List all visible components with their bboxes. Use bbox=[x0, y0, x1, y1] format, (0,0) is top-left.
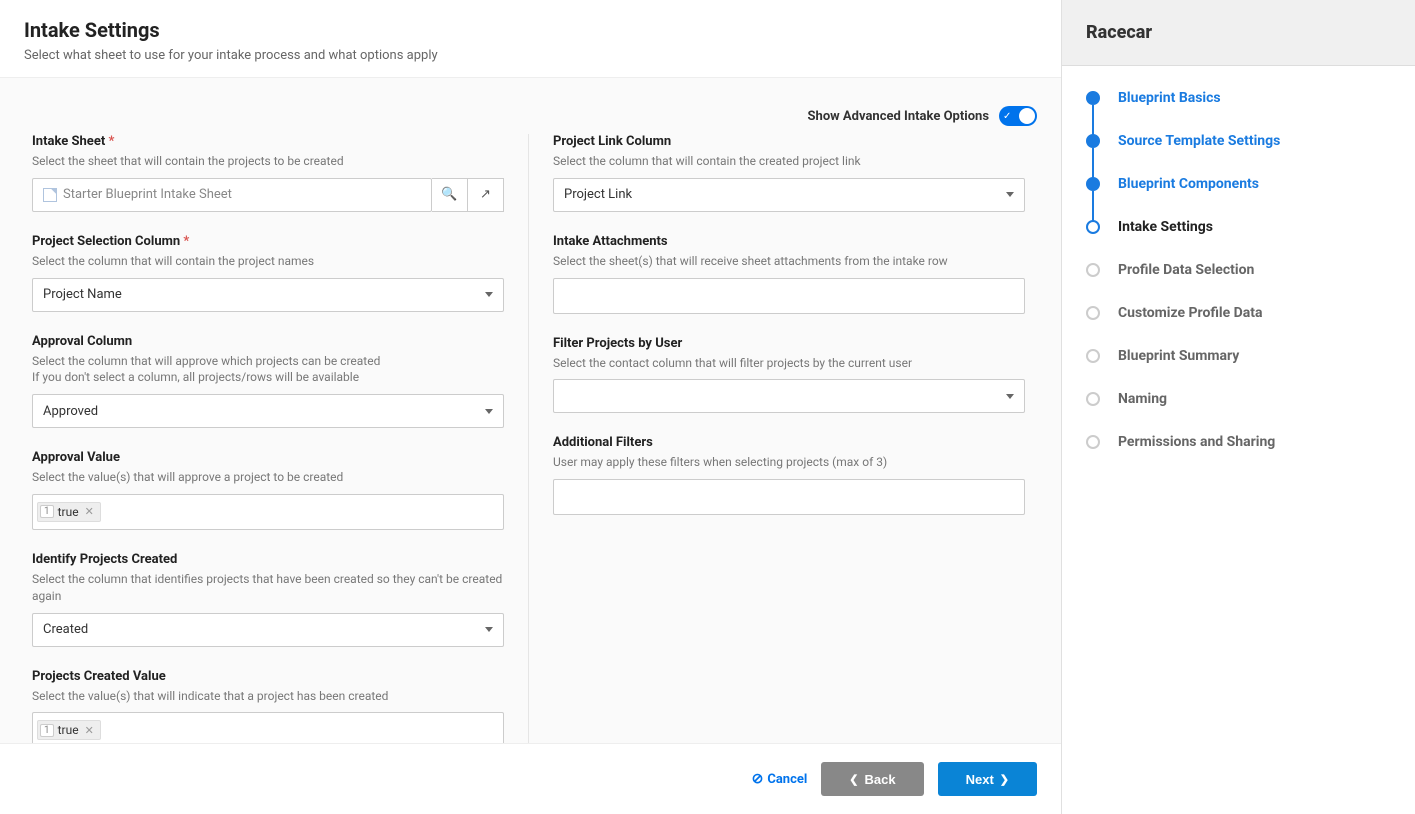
chevron-down-icon bbox=[485, 409, 493, 414]
intake-attachments-desc: Select the sheet(s) that will receive sh… bbox=[553, 253, 1025, 270]
step-label: Source Template Settings bbox=[1118, 133, 1280, 149]
step-label: Permissions and Sharing bbox=[1118, 434, 1275, 450]
chevron-down-icon bbox=[485, 292, 493, 297]
sheet-icon bbox=[43, 188, 57, 202]
step-item[interactable]: Blueprint Basics bbox=[1086, 90, 1391, 133]
project-link-select[interactable]: Project Link bbox=[553, 178, 1025, 212]
created-value-desc: Select the value(s) that will indicate t… bbox=[32, 688, 504, 705]
next-button[interactable]: Next❯ bbox=[938, 762, 1037, 796]
chevron-left-icon: ❮ bbox=[849, 773, 858, 786]
step-item[interactable]: Source Template Settings bbox=[1086, 133, 1391, 176]
step-label: Intake Settings bbox=[1118, 219, 1213, 235]
chevron-right-icon: ❯ bbox=[1000, 773, 1009, 786]
tag: 1 true ✕ bbox=[37, 502, 101, 522]
additional-filters-input[interactable] bbox=[553, 479, 1025, 515]
search-icon: 🔍 bbox=[441, 187, 457, 202]
additional-filters-desc: User may apply these filters when select… bbox=[553, 454, 1025, 471]
filter-user-label: Filter Projects by User bbox=[553, 336, 1025, 351]
cancel-button[interactable]: Cancel bbox=[752, 771, 808, 787]
sidebar: Racecar Blueprint Basics Source Template … bbox=[1061, 0, 1415, 814]
step-label: Profile Data Selection bbox=[1118, 262, 1254, 278]
step-dot-icon bbox=[1086, 306, 1100, 320]
approval-column-label: Approval Column bbox=[32, 334, 504, 349]
intake-sheet-desc: Select the sheet that will contain the p… bbox=[32, 153, 504, 170]
identify-created-label: Identify Projects Created bbox=[32, 552, 504, 567]
step-dot-icon bbox=[1086, 263, 1100, 277]
open-button[interactable]: ↗ bbox=[468, 178, 504, 212]
project-selection-select[interactable]: Project Name bbox=[32, 278, 504, 312]
remove-tag-icon[interactable]: ✕ bbox=[83, 505, 96, 518]
chevron-down-icon bbox=[1006, 394, 1014, 399]
step-dot-icon bbox=[1086, 177, 1100, 191]
approval-value-input[interactable]: 1 true ✕ bbox=[32, 494, 504, 530]
intake-attachments-input[interactable] bbox=[553, 278, 1025, 314]
advanced-toggle[interactable]: ✓ bbox=[999, 106, 1037, 126]
chevron-down-icon bbox=[1006, 192, 1014, 197]
check-icon: ✓ bbox=[1003, 111, 1011, 122]
created-value-input[interactable]: 1 true ✕ bbox=[32, 712, 504, 743]
identify-created-desc: Select the column that identifies projec… bbox=[32, 571, 504, 605]
project-selection-desc: Select the column that will contain the … bbox=[32, 253, 504, 270]
step-label: Customize Profile Data bbox=[1118, 305, 1262, 321]
step-item[interactable]: Permissions and Sharing bbox=[1086, 434, 1391, 450]
approval-value-desc: Select the value(s) that will approve a … bbox=[32, 469, 504, 486]
external-link-icon: ↗ bbox=[480, 187, 491, 202]
step-item[interactable]: Profile Data Selection bbox=[1086, 262, 1391, 305]
footer: Cancel ❮Back Next❯ bbox=[0, 743, 1061, 814]
toggle-knob bbox=[1019, 108, 1035, 124]
step-label: Naming bbox=[1118, 391, 1167, 407]
approval-column-desc: Select the column that will approve whic… bbox=[32, 353, 504, 387]
sidebar-header: Racecar bbox=[1062, 0, 1415, 66]
tag: 1 true ✕ bbox=[37, 720, 101, 740]
step-item[interactable]: Intake Settings bbox=[1086, 219, 1391, 262]
remove-tag-icon[interactable]: ✕ bbox=[83, 724, 96, 737]
intake-attachments-label: Intake Attachments bbox=[553, 234, 1025, 249]
step-dot-icon bbox=[1086, 91, 1100, 105]
search-button[interactable]: 🔍 bbox=[432, 178, 468, 212]
step-label: Blueprint Summary bbox=[1118, 348, 1239, 364]
step-dot-icon bbox=[1086, 435, 1100, 449]
filter-user-desc: Select the contact column that will filt… bbox=[553, 355, 1025, 372]
identify-created-select[interactable]: Created bbox=[32, 613, 504, 647]
page-subtitle: Select what sheet to use for your intake… bbox=[24, 48, 1037, 63]
step-dot-icon bbox=[1086, 134, 1100, 148]
page-title: Intake Settings bbox=[24, 18, 1037, 42]
step-item[interactable]: Blueprint Summary bbox=[1086, 348, 1391, 391]
chevron-down-icon bbox=[485, 627, 493, 632]
step-label: Blueprint Basics bbox=[1118, 90, 1221, 106]
step-item[interactable]: Customize Profile Data bbox=[1086, 305, 1391, 348]
additional-filters-label: Additional Filters bbox=[553, 435, 1025, 450]
step-dot-icon bbox=[1086, 349, 1100, 363]
step-list: Blueprint Basics Source Template Settings… bbox=[1062, 66, 1415, 474]
step-dot-icon bbox=[1086, 392, 1100, 406]
project-link-desc: Select the column that will contain the … bbox=[553, 153, 1025, 170]
sidebar-title: Racecar bbox=[1086, 22, 1391, 43]
project-selection-label: Project Selection Column * bbox=[32, 234, 504, 249]
approval-value-label: Approval Value bbox=[32, 450, 504, 465]
step-item[interactable]: Blueprint Components bbox=[1086, 176, 1391, 219]
intake-sheet-input[interactable]: Starter Blueprint Intake Sheet bbox=[32, 178, 432, 212]
intake-sheet-label: Intake Sheet * bbox=[32, 134, 504, 149]
back-button[interactable]: ❮Back bbox=[821, 762, 923, 796]
approval-column-select[interactable]: Approved bbox=[32, 394, 504, 428]
step-dot-icon bbox=[1086, 220, 1100, 234]
step-item[interactable]: Naming bbox=[1086, 391, 1391, 434]
step-label: Blueprint Components bbox=[1118, 176, 1259, 192]
project-link-label: Project Link Column bbox=[553, 134, 1025, 149]
page-header: Intake Settings Select what sheet to use… bbox=[0, 0, 1061, 78]
filter-user-select[interactable] bbox=[553, 379, 1025, 413]
created-value-label: Projects Created Value bbox=[32, 669, 504, 684]
advanced-toggle-label: Show Advanced Intake Options bbox=[808, 109, 989, 124]
